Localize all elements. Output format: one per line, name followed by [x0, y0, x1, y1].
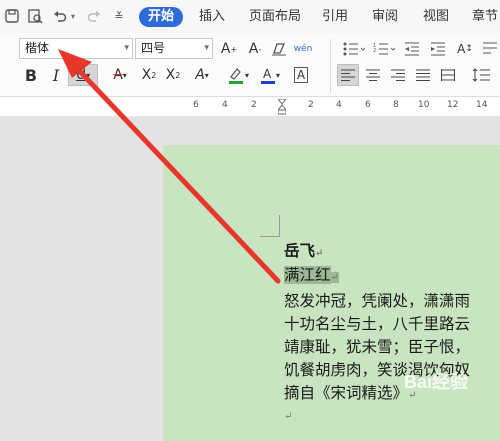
- annotation-arrow-icon: [58, 49, 281, 284]
